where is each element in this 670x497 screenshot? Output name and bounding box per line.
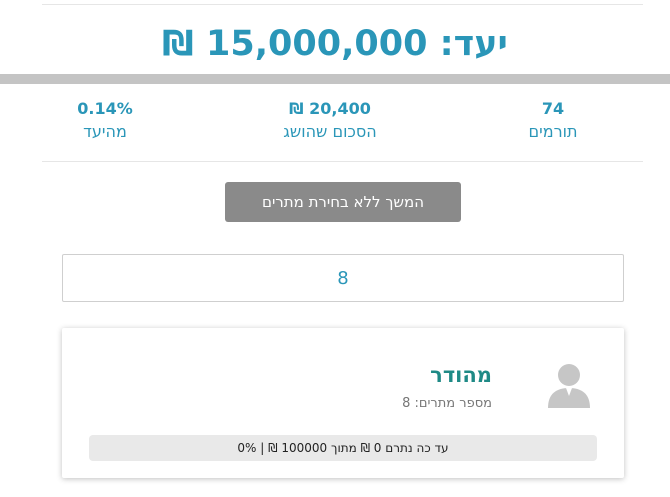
goal-title: יעד: 15,000,000 ₪	[162, 24, 508, 64]
stat-donors-value: 74	[541, 99, 565, 118]
stat-percent: 0.14% מהיעד	[15, 98, 195, 144]
continue-without-fundraiser-button[interactable]: המשך ללא בחירת מתרים	[225, 182, 461, 222]
stat-donors: 74 תורמים	[463, 98, 643, 144]
section-separator-bar	[0, 74, 670, 84]
top-divider	[42, 4, 643, 5]
donation-progress-bar: עד כה נתרם 0 ₪ מתוך 100000 ₪ | 0%	[89, 435, 597, 461]
fundraiser-count-value: 8	[402, 396, 411, 411]
fundraiser-card[interactable]: מהודר מספר מתרים: 8 עד כה נתרם 0 ₪ מתוך …	[62, 328, 624, 478]
stat-donors-label: תורמים	[528, 122, 578, 141]
stat-raised-value: 20,400 ₪	[289, 99, 371, 118]
stat-raised-label: הסכום שהושג	[283, 122, 377, 141]
stat-raised: 20,400 ₪ הסכום שהושג	[240, 98, 420, 144]
stats-divider	[42, 161, 643, 162]
fundraiser-count-label: מספר מתרים:	[414, 396, 492, 411]
stat-percent-label: מהיעד	[83, 122, 127, 141]
user-silhouette-icon	[546, 360, 592, 410]
amount-input[interactable]	[62, 254, 624, 302]
stat-percent-value: 0.14%	[77, 99, 133, 118]
fundraiser-name: מהודר	[430, 363, 492, 387]
fundraiser-count: מספר מתרים: 8	[402, 394, 492, 414]
